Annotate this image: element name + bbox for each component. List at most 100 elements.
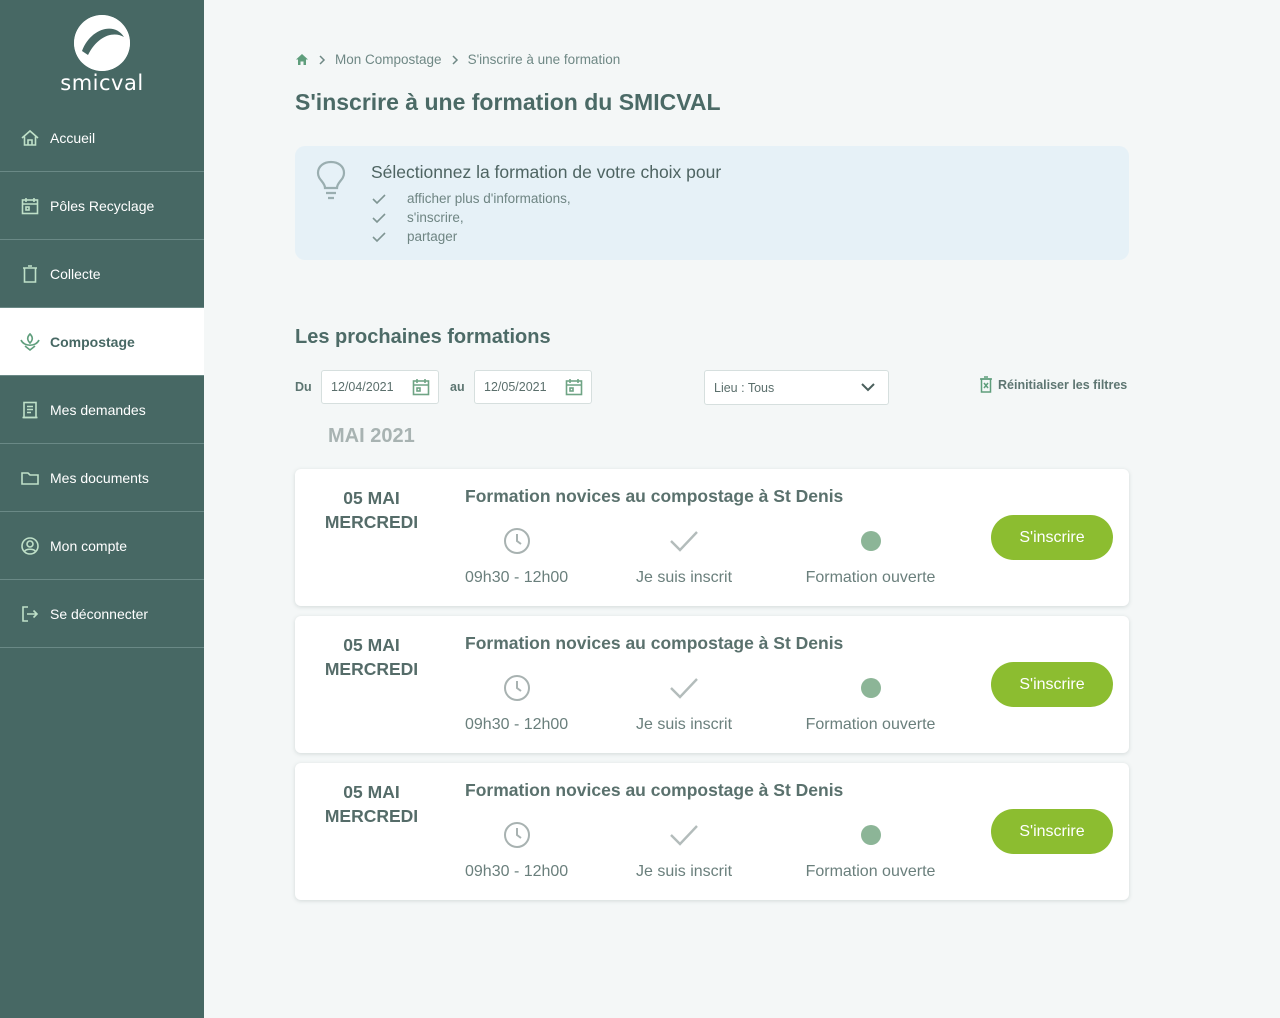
formation-status-text: Formation ouverte bbox=[805, 716, 936, 733]
date-to-input[interactable]: 12/05/2021 bbox=[474, 370, 592, 404]
formation-title: Formation novices au compostage à St Den… bbox=[465, 780, 844, 800]
calendar-icon[interactable] bbox=[564, 377, 584, 400]
formation-weekday: MERCREDI bbox=[324, 512, 419, 532]
trash-icon bbox=[19, 263, 41, 285]
formation-weekday: MERCREDI bbox=[324, 806, 419, 826]
document-list-icon bbox=[19, 399, 41, 421]
breadcrumb-current: S'inscrire à une formation bbox=[467, 52, 621, 67]
sidebar-item-label: Mes demandes bbox=[50, 401, 146, 418]
info-title: Sélectionnez la formation de votre choix… bbox=[371, 162, 722, 182]
formation-day: 05 MAI bbox=[343, 488, 400, 508]
check-icon bbox=[371, 193, 393, 205]
check-icon bbox=[371, 231, 393, 243]
formation-status-text: Formation ouverte bbox=[805, 863, 936, 880]
breadcrumb: Mon Compostage S'inscrire à une formatio… bbox=[295, 52, 620, 67]
formation-time-text: 09h30 - 12h00 bbox=[465, 716, 569, 733]
chevron-right-icon bbox=[451, 54, 459, 65]
info-box: Sélectionnez la formation de votre choix… bbox=[295, 146, 1129, 260]
date-from-label: Du bbox=[295, 380, 312, 394]
home-icon bbox=[19, 127, 41, 149]
sidebar-item-mes-documents[interactable]: Mes documents bbox=[0, 444, 204, 512]
check-icon bbox=[629, 672, 739, 704]
sidebar-item-label: Pôles Recyclage bbox=[50, 197, 155, 214]
logout-icon bbox=[19, 603, 41, 625]
formation-time: 09h30 - 12h00 bbox=[465, 819, 568, 881]
folder-icon bbox=[19, 467, 41, 489]
sidebar-item-se-deconnecter[interactable]: Se déconnecter bbox=[0, 580, 204, 648]
formation-card[interactable]: 05 MAI MERCREDI Formation novices au com… bbox=[295, 469, 1129, 606]
sidebar-item-accueil[interactable]: Accueil bbox=[0, 104, 204, 172]
sidebar-item-mon-compte[interactable]: Mon compte bbox=[0, 512, 204, 580]
chevron-down-icon bbox=[861, 381, 875, 395]
breadcrumb-link-mon-compostage[interactable]: Mon Compostage bbox=[335, 52, 442, 67]
delete-icon bbox=[979, 376, 993, 393]
formation-registered-text: Je suis inscrit bbox=[635, 569, 733, 586]
status-dot-icon bbox=[860, 531, 881, 551]
info-list-item: afficher plus d'informations, bbox=[371, 189, 571, 208]
filters-bar: Du 12/04/2021 au 12/05/2021 Lieu : Tous … bbox=[295, 370, 1129, 405]
formation-day: 05 MAI bbox=[343, 782, 400, 802]
clock-icon bbox=[465, 819, 568, 851]
info-list: afficher plus d'informations, s'inscrire… bbox=[371, 189, 571, 246]
formation-registered-text: Je suis inscrit bbox=[635, 863, 733, 880]
calendar-icon bbox=[19, 195, 41, 217]
sidebar-item-label: Se déconnecter bbox=[50, 605, 149, 622]
date-to-value: 12/05/2021 bbox=[484, 380, 547, 394]
register-button[interactable]: S'inscrire bbox=[991, 662, 1113, 707]
logo-text: smicval bbox=[60, 71, 144, 95]
check-icon bbox=[629, 819, 739, 851]
clock-icon bbox=[465, 672, 568, 704]
user-circle-icon bbox=[19, 535, 41, 557]
register-button[interactable]: S'inscrire bbox=[991, 515, 1113, 560]
info-list-text: s'inscrire, bbox=[407, 210, 464, 225]
formation-date: 05 MAI MERCREDI bbox=[295, 633, 448, 681]
formation-status: Formation ouverte bbox=[800, 525, 941, 587]
register-button[interactable]: S'inscrire bbox=[991, 809, 1113, 854]
sprout-icon bbox=[19, 331, 41, 353]
sidebar-item-label: Accueil bbox=[50, 129, 96, 146]
chevron-right-icon bbox=[318, 54, 326, 65]
formation-time: 09h30 - 12h00 bbox=[465, 525, 568, 587]
place-select[interactable]: Lieu : Tous bbox=[704, 370, 889, 405]
formation-registered: Je suis inscrit bbox=[629, 672, 739, 734]
place-select-value: Lieu : Tous bbox=[714, 380, 775, 395]
sidebar-item-poles-recyclage[interactable]: Pôles Recyclage bbox=[0, 172, 204, 240]
formation-registered: Je suis inscrit bbox=[629, 819, 739, 881]
date-to-label: au bbox=[450, 380, 465, 394]
formation-time-text: 09h30 - 12h00 bbox=[465, 569, 569, 586]
clock-icon bbox=[465, 525, 568, 557]
reset-filters-label: Réinitialiser les filtres bbox=[998, 377, 1128, 392]
month-heading: MAI 2021 bbox=[328, 425, 415, 447]
reset-filters-button[interactable]: Réinitialiser les filtres bbox=[979, 376, 1127, 393]
check-icon bbox=[371, 212, 393, 224]
formation-card[interactable]: 05 MAI MERCREDI Formation novices au com… bbox=[295, 763, 1129, 900]
formation-title: Formation novices au compostage à St Den… bbox=[465, 633, 844, 653]
formation-card[interactable]: 05 MAI MERCREDI Formation novices au com… bbox=[295, 616, 1129, 753]
formation-status: Formation ouverte bbox=[800, 819, 941, 881]
sidebar: smicval Accueil Pôles Recyclage Collecte… bbox=[0, 0, 204, 1018]
sidebar-item-collecte[interactable]: Collecte bbox=[0, 240, 204, 308]
sidebar-item-label: Collecte bbox=[50, 265, 101, 282]
calendar-icon[interactable] bbox=[411, 377, 431, 400]
formation-time: 09h30 - 12h00 bbox=[465, 672, 568, 734]
info-list-text: afficher plus d'informations, bbox=[407, 191, 571, 206]
lightbulb-icon bbox=[315, 160, 347, 207]
formation-status: Formation ouverte bbox=[800, 672, 941, 734]
status-dot-icon bbox=[860, 825, 881, 845]
formation-date: 05 MAI MERCREDI bbox=[295, 780, 448, 828]
sidebar-item-label: Mes documents bbox=[50, 469, 149, 486]
info-list-item: partager bbox=[371, 227, 571, 246]
section-title: Les prochaines formations bbox=[295, 326, 551, 348]
status-dot-icon bbox=[860, 678, 881, 698]
home-icon[interactable] bbox=[295, 53, 309, 66]
formation-title: Formation novices au compostage à St Den… bbox=[465, 486, 844, 506]
sidebar-item-label: Mon compte bbox=[50, 537, 128, 554]
logo[interactable]: smicval bbox=[0, 0, 204, 104]
formation-status-text: Formation ouverte bbox=[805, 569, 936, 586]
formation-registered-text: Je suis inscrit bbox=[635, 716, 733, 733]
page-title: S'inscrire à une formation du SMICVAL bbox=[295, 89, 721, 115]
sidebar-item-mes-demandes[interactable]: Mes demandes bbox=[0, 376, 204, 444]
sidebar-item-compostage[interactable]: Compostage bbox=[0, 308, 204, 376]
date-from-input[interactable]: 12/04/2021 bbox=[321, 370, 439, 404]
logo-mark-icon bbox=[74, 15, 130, 71]
